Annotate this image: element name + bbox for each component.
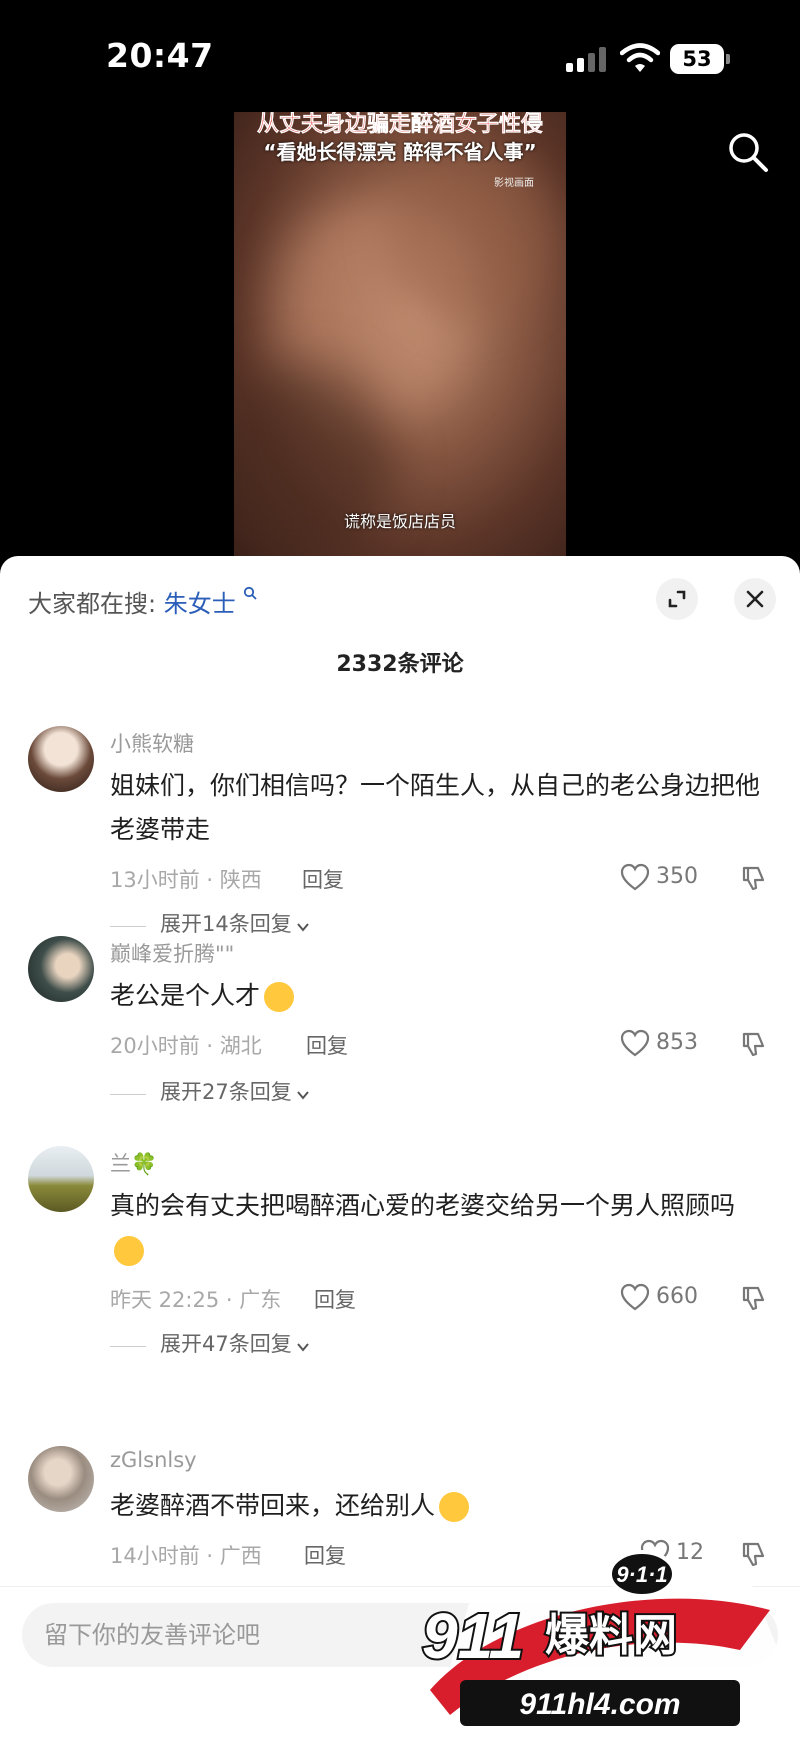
expand-replies-label: 展开14条回复 [160,912,292,936]
like-count: 350 [656,864,698,889]
comment-username[interactable]: 小熊软糖 [110,728,194,758]
video-caption-line2: “看她长得漂亮 醉得不省人事” [263,140,537,164]
avatar[interactable] [28,726,94,792]
chevron-down-icon [296,1090,309,1100]
logo-domain: 911hl4.com [519,1688,680,1721]
video-subtitle: 谎称是饭店店员 [343,512,456,531]
dislike-icon[interactable] [740,864,768,892]
smiling-emoji-icon [439,1492,470,1522]
comment-username[interactable]: zGlsnlsy [110,1448,197,1472]
comment-item: 兰🍀 真的会有丈夫把喝醉酒心爱的老婆交给另一个男人照顾吗 昨天 22:25 · … [0,1146,800,1366]
heart-icon [620,863,650,891]
site-logo-watermark: 9·1·1 911 爆料网 911hl4.com [420,1550,782,1730]
video-player[interactable]: 从丈夫身边骗走醉酒女子性侵 “看她长得漂亮 醉得不省人事” 影视画面 谎称是饭店… [234,112,566,556]
video-caption-line1: 从丈夫身边骗走醉酒女子性侵 [256,112,544,137]
expand-replies-label: 展开47条回复 [160,1332,292,1356]
expand-replies[interactable]: 展开14条回复 [110,908,310,938]
hot-search-label: 大家都在搜: [28,590,157,618]
comment-username[interactable]: 兰🍀 [110,1148,157,1178]
heart-icon [620,1283,650,1311]
logo-brand-cn: 爆料网 [545,1610,677,1661]
chevron-down-icon [296,1342,309,1352]
expand-replies-label: 展开27条回复 [160,1080,292,1104]
logo-brand: 911 [422,1600,524,1672]
grinning-sweat-emoji-icon [114,1236,144,1266]
dislike-icon[interactable] [740,1030,768,1058]
video-tag: 影视画面 [494,178,534,189]
hot-search-bar[interactable]: 大家都在搜: 朱女士 [28,584,258,619]
status-time: 20:47 [106,36,214,75]
video-caption: 从丈夫身边骗走醉酒女子性侵 “看她长得漂亮 醉得不省人事” [234,112,566,166]
status-bar: 20:47 53 [0,0,800,110]
cellular-signal-icon [566,46,608,72]
comment-text-content: 真的会有丈夫把喝醉酒心爱的老婆交给另一个男人照顾吗 [110,1191,736,1220]
expand-icon [668,590,686,608]
battery-indicator: 53 [670,44,730,74]
comment-text: 老公是个人才 [110,974,760,1018]
like-count: 660 [656,1284,698,1309]
reply-button[interactable]: 回复 [314,1284,356,1314]
reply-button[interactable]: 回复 [306,1030,348,1060]
hot-search-keyword[interactable]: 朱女士 [164,590,236,618]
comment-meta: 昨天 22:25 · 广东 [110,1288,282,1312]
comment-item: 巅峰爱折腾"" 老公是个人才 20小时前 · 湖北 回复 853 展开27条回复 [0,936,800,1136]
chevron-down-icon [296,922,309,932]
close-sheet-button[interactable] [734,578,776,620]
expand-sheet-button[interactable] [656,578,698,620]
comment-text-content: 老公是个人才 [110,981,261,1010]
like-count: 853 [656,1030,698,1055]
reply-button[interactable]: 回复 [304,1540,346,1570]
comment-meta: 20小时前 · 湖北 [110,1034,262,1058]
expand-replies[interactable]: 展开27条回复 [110,1076,310,1106]
comment-text: 真的会有丈夫把喝醉酒心爱的老婆交给另一个男人照顾吗 [110,1184,760,1272]
comment-username[interactable]: 巅峰爱折腾"" [110,938,234,968]
small-search-icon [244,586,258,600]
dislike-icon[interactable] [740,1284,768,1312]
comment-count: 2332条评论 [336,652,464,677]
comment-meta: 14小时前 · 广西 [110,1544,262,1568]
avatar[interactable] [28,1146,94,1212]
comment-meta: 13小时前 · 陕西 [110,868,262,892]
expand-replies[interactable]: 展开47条回复 [110,1328,310,1358]
avatar[interactable] [28,1446,94,1512]
avatar[interactable] [28,936,94,1002]
wifi-icon [620,43,660,72]
logo-badge: 9·1·1 [616,1562,667,1587]
comment-text: 老婆醉酒不带回来，还给别人 [110,1484,760,1528]
close-icon [746,590,764,608]
reply-button[interactable]: 回复 [302,864,344,894]
comment-text: 姐妹们，你们相信吗？一个陌生人，从自己的老公身边把他老婆带走 [110,771,761,844]
comment-item: 小熊软糖 姐妹们，你们相信吗？一个陌生人，从自己的老公身边把他老婆带走 13小时… [0,726,800,936]
comment-text-content: 老婆醉酒不带回来，还给别人 [110,1491,436,1520]
search-icon[interactable] [726,130,770,174]
laughing-crying-emoji-icon [264,982,295,1012]
heart-icon [620,1029,650,1057]
